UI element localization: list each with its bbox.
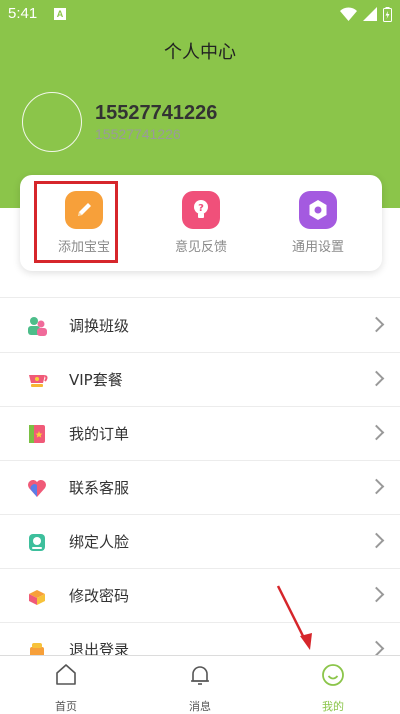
- menu-item-change-password[interactable]: 修改密码: [0, 568, 400, 622]
- avatar[interactable]: [22, 92, 82, 152]
- order-book-icon: [29, 425, 45, 443]
- notification-icon: A: [54, 8, 66, 20]
- status-time: 5:41: [8, 5, 38, 22]
- menu-item-label: 我的订单: [69, 425, 130, 443]
- smile-icon: [322, 664, 344, 686]
- settings-button[interactable]: 通用设置: [258, 191, 378, 255]
- chevron-right-icon: [368, 424, 385, 441]
- menu-item-vip[interactable]: VIP套餐: [0, 352, 400, 406]
- nav-messages[interactable]: 消息: [160, 662, 240, 714]
- feedback-label: 意见反馈: [174, 240, 227, 255]
- status-bar: 5:41 A: [0, 0, 400, 28]
- menu-item-label: 调换班级: [69, 317, 130, 335]
- menu-item-bind-face[interactable]: 绑定人脸: [0, 514, 400, 568]
- chevron-right-icon: [368, 532, 385, 549]
- bottom-navigation: 首页 消息 我的: [0, 655, 400, 714]
- menu-item-customer-service[interactable]: 联系客服: [0, 460, 400, 514]
- system-icons: [340, 6, 392, 22]
- menu-item-orders[interactable]: 我的订单: [0, 406, 400, 460]
- menu-item-label: 绑定人脸: [69, 533, 130, 551]
- menu-item-label: 联系客服: [69, 479, 130, 497]
- nav-mine[interactable]: 我的: [293, 662, 373, 714]
- lightbulb-question-icon: ?: [182, 191, 220, 229]
- battery-icon: [383, 6, 392, 22]
- profile-name: 15527741226: [95, 102, 218, 124]
- chevron-right-icon: [368, 640, 385, 657]
- nav-home[interactable]: 首页: [26, 662, 106, 714]
- wifi-icon: [340, 7, 357, 21]
- red-arrow-icon: [276, 585, 312, 650]
- menu-item-label: 修改密码: [69, 587, 130, 605]
- highlight-box: [34, 181, 118, 263]
- heart-service-icon: [28, 480, 46, 497]
- hexagon-settings-icon: [299, 191, 337, 229]
- nav-home-label: 首页: [55, 700, 77, 713]
- home-icon: [56, 664, 76, 685]
- chevron-right-icon: [368, 478, 385, 495]
- svg-text:?: ?: [198, 203, 204, 214]
- settings-label: 通用设置: [291, 240, 344, 255]
- menu-item-label: VIP套餐: [69, 371, 123, 389]
- bell-icon: [191, 666, 209, 685]
- signal-icon: [363, 7, 377, 21]
- nav-mine-label: 我的: [322, 700, 344, 713]
- people-swap-icon: [28, 317, 47, 336]
- profile-account: 15527741226: [95, 126, 181, 142]
- nav-messages-label: 消息: [189, 700, 211, 713]
- menu-item-change-class[interactable]: 调换班级: [0, 298, 400, 352]
- page-title: 个人中心: [164, 42, 236, 63]
- chevron-right-icon: [368, 586, 385, 603]
- chevron-right-icon: [368, 370, 385, 387]
- password-box-icon: [29, 590, 45, 605]
- chevron-right-icon: [368, 316, 385, 333]
- feedback-button[interactable]: ? 意见反馈: [141, 191, 261, 255]
- face-bind-icon: [29, 534, 45, 551]
- vip-cup-icon: [29, 375, 48, 387]
